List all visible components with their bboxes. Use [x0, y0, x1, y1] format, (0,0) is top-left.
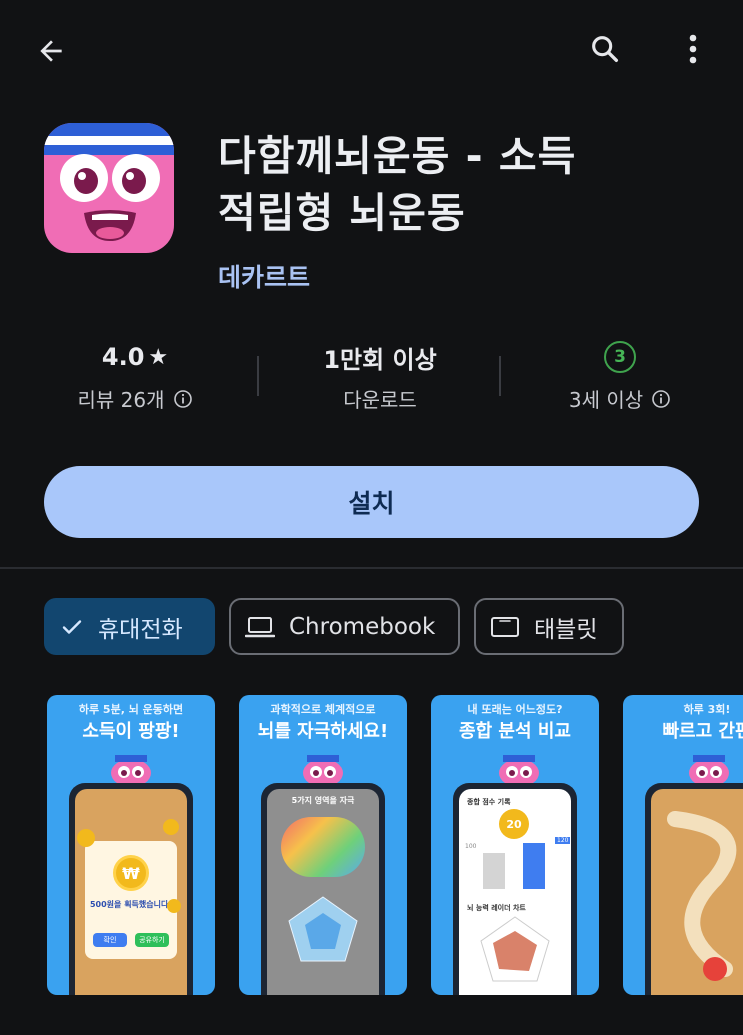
- install-button[interactable]: 설치: [44, 466, 699, 538]
- reviews-count: 리뷰 26개: [77, 388, 165, 412]
- radar-chart-icon: [480, 916, 550, 982]
- screenshot-caption-small: 과학적으로 체계적으로: [270, 703, 376, 716]
- screenshot-4[interactable]: 하루 3회! 빠르고 간편: [623, 695, 743, 995]
- phone-frame: 5가지 영역을 자극: [261, 783, 385, 995]
- app-title-line1: 다함께뇌운동 - 소득: [218, 132, 577, 180]
- info-icon: [652, 389, 670, 408]
- chip-phone[interactable]: 휴대전화: [44, 598, 215, 655]
- mascot-icon: [689, 755, 729, 785]
- chip-chromebook[interactable]: Chromebook: [229, 598, 460, 655]
- coin-icon: [163, 819, 179, 835]
- stat-divider: [499, 356, 501, 396]
- share-button: 공유하기: [135, 933, 169, 947]
- screenshot-caption-large: 뇌를 자극하세요!: [257, 721, 389, 742]
- developer-link[interactable]: 데카르트: [218, 258, 310, 294]
- search-button[interactable]: [582, 26, 628, 72]
- chip-tablet-label: 태블릿: [534, 616, 598, 643]
- more-vert-icon: [689, 34, 697, 64]
- reward-text: 500원을 획득했습니다!: [89, 900, 172, 909]
- screenshot-2[interactable]: 과학적으로 체계적으로 뇌를 자극하세요! 5가지 영역을 자극: [239, 695, 407, 995]
- chip-tablet[interactable]: 태블릿: [474, 598, 624, 655]
- phone-screen: 5가지 영역을 자극: [267, 789, 379, 995]
- reward-card: ₩ 500원을 획득했습니다! 확인 공유하기: [85, 841, 177, 959]
- screenshot-caption-large: 빠르고 간편: [662, 721, 743, 742]
- downloads-stat: 1만회 이상 다운로드: [290, 340, 470, 413]
- screenshot-caption-small: 하루 3회!: [683, 703, 731, 716]
- section-divider: [0, 567, 743, 569]
- check-icon: [62, 619, 82, 634]
- rating-value: 4.0: [101, 343, 145, 371]
- app-title-line2: 적립형 뇌운동: [218, 189, 466, 237]
- chip-phone-label: 휴대전화: [98, 616, 183, 643]
- coin-icon: [167, 899, 181, 913]
- rating-stat[interactable]: 4.0 ★ 리뷰 26개: [50, 340, 220, 413]
- age-badge-value: 3: [614, 347, 626, 367]
- app-title: 다함께뇌운동 - 소득 적립형 뇌운동: [218, 128, 718, 242]
- chip-chromebook-label: Chromebook: [289, 613, 436, 640]
- info-icon: [173, 389, 192, 408]
- coin-icon: [77, 829, 95, 847]
- mascot-icon: [111, 755, 151, 785]
- score-badge: 20: [499, 809, 529, 839]
- screenshot-3[interactable]: 내 또래는 어느정도? 종합 분석 비교 종합 점수 기록 20 100 120…: [431, 695, 599, 995]
- tablet-icon: [491, 616, 519, 637]
- screenshot-caption-large: 종합 분석 비교: [459, 721, 571, 742]
- score-badge-value: 20: [506, 817, 522, 831]
- back-button[interactable]: [28, 28, 74, 74]
- phone-frame: [645, 783, 743, 995]
- phone-frame: ₩ 500원을 획득했습니다! 확인 공유하기: [69, 783, 193, 995]
- laptop-icon: [245, 616, 275, 637]
- downloads-count: 1만회 이상: [323, 345, 437, 374]
- stat-divider: [257, 356, 259, 396]
- phone-frame: 종합 점수 기록 20 100 120 뇌 능력 레이더 차트: [453, 783, 577, 995]
- app-icon: [44, 123, 174, 253]
- screenshot-caption-small: 내 또래는 어느정도?: [467, 703, 563, 716]
- screenshot-1[interactable]: 하루 5분, 뇌 운동하면 소득이 팡팡! ₩ 500원을 획득했습니다! 확인…: [47, 695, 215, 995]
- phone-screen: 종합 점수 기록 20 100 120 뇌 능력 레이더 차트: [459, 789, 571, 995]
- bar-mine: [523, 843, 545, 889]
- more-options-button[interactable]: [670, 26, 716, 72]
- age-rating-stat[interactable]: 3 3세 이상: [535, 340, 705, 413]
- mascot-icon: [499, 755, 539, 785]
- radar-chart-icon: [288, 896, 358, 962]
- track-icon: [667, 811, 737, 981]
- bar-label: 100: [465, 843, 477, 850]
- downloads-label: 다운로드: [343, 388, 417, 412]
- bar-average: [483, 853, 505, 889]
- screen-top-text: 5가지 영역을 자극: [291, 796, 355, 805]
- star-icon: ★: [148, 344, 169, 370]
- record-title: 종합 점수 기록: [467, 798, 511, 806]
- phone-screen: [651, 789, 743, 995]
- screenshot-caption-small: 하루 5분, 뇌 운동하면: [78, 703, 184, 716]
- mascot-icon: [303, 755, 343, 785]
- arrow-back-icon: [40, 40, 62, 62]
- screenshot-caption-large: 소득이 팡팡!: [82, 721, 180, 742]
- search-icon: [592, 36, 619, 63]
- brain-icon: [281, 817, 365, 877]
- age-label: 3세 이상: [568, 388, 644, 412]
- bar-label: 120: [555, 837, 571, 844]
- confirm-button: 확인: [93, 933, 127, 947]
- coin-icon: ₩: [113, 855, 149, 891]
- age-badge-icon: 3: [604, 341, 636, 373]
- phone-screen: ₩ 500원을 획득했습니다! 확인 공유하기: [75, 789, 187, 995]
- radar-title: 뇌 능력 레이더 차트: [467, 904, 526, 912]
